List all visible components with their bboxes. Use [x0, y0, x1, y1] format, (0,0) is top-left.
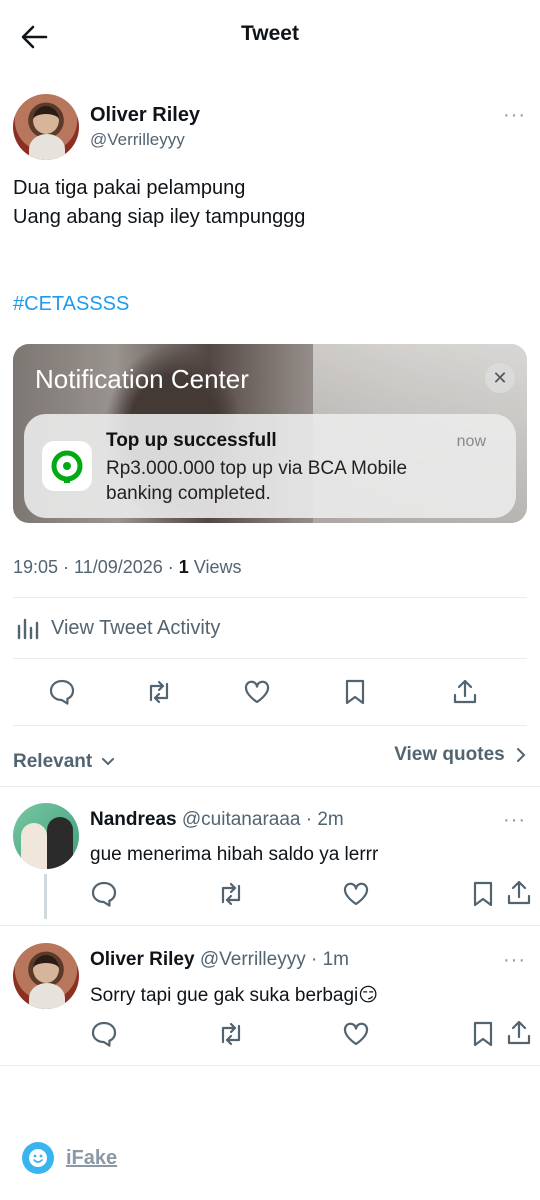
bookmark-icon[interactable]	[469, 880, 497, 908]
reply-icon[interactable]	[90, 880, 118, 908]
reply-icon[interactable]	[48, 678, 76, 706]
view-tweet-activity-link[interactable]: View Tweet Activity	[51, 617, 220, 640]
tweet-line-1: Dua tiga pakai pelampung	[13, 177, 246, 199]
sort-relevant-label: Relevant	[13, 751, 93, 772]
more-options-icon[interactable]: ···	[503, 104, 526, 127]
divider	[0, 925, 540, 926]
notification-center-title: Notification Center	[35, 364, 249, 394]
more-options-icon[interactable]: ···	[503, 949, 526, 972]
chevron-right-icon	[517, 747, 526, 762]
share-icon[interactable]	[451, 678, 479, 706]
page-title: Tweet	[241, 22, 299, 45]
share-icon[interactable]	[505, 1019, 533, 1047]
author-handle[interactable]: @Verrilleyyy	[90, 130, 185, 150]
divider	[0, 1065, 540, 1066]
view-quotes-label: View quotes	[394, 744, 505, 765]
reply-icon[interactable]	[90, 1020, 118, 1048]
avatar[interactable]	[13, 94, 79, 160]
activity-chart-icon[interactable]	[16, 614, 42, 644]
bookmark-icon[interactable]	[469, 1020, 497, 1048]
reply-text: gue menerima hibah saldo ya lerrr	[90, 844, 379, 865]
bookmark-icon[interactable]	[341, 678, 369, 706]
timestamp: 19:05 · 11/09/2026 ·	[13, 557, 179, 577]
divider	[13, 597, 527, 598]
divider	[0, 786, 540, 787]
tweet-media[interactable]: Notification Center ✕ Top up successfull…	[13, 344, 527, 523]
author-name[interactable]: Oliver Riley	[90, 104, 200, 127]
tweet-meta: 19:05 · 11/09/2026 · 1 Views	[13, 557, 242, 578]
view-quotes-link[interactable]: View quotes	[394, 744, 526, 766]
ifake-brand-link[interactable]: iFake	[66, 1147, 117, 1170]
reply-author[interactable]: Nandreas @cuitanaraaa · 2m	[90, 809, 344, 831]
reply-handle-time: @cuitanaraaa · 2m	[181, 809, 344, 830]
reply-text: Sorry tapi gue gak suka berbagi😏	[90, 985, 379, 1006]
notification-title: Top up successfull	[106, 430, 277, 451]
more-options-icon[interactable]: ···	[503, 809, 526, 832]
ifake-logo-icon	[22, 1142, 54, 1174]
tweet-text: Dua tiga pakai pelampung Uang abang siap…	[13, 174, 305, 232]
reply-author-name: Oliver Riley	[90, 949, 195, 970]
close-icon: ✕	[485, 363, 515, 393]
notification-card: Top up successfull now Rp3.000.000 top u…	[24, 414, 516, 518]
reply-handle-time: @Verrilleyyy · 1m	[199, 949, 349, 970]
retweet-icon[interactable]	[145, 678, 173, 706]
reply-author-name: Nandreas	[90, 809, 177, 830]
avatar[interactable]	[13, 943, 79, 1009]
wallet-app-icon	[42, 441, 92, 491]
chevron-down-icon	[102, 757, 115, 766]
avatar[interactable]	[13, 803, 79, 869]
hashtag-link[interactable]: #CETASSSS	[13, 293, 129, 316]
like-heart-icon[interactable]	[342, 880, 370, 908]
thread-line	[44, 874, 47, 919]
notification-time: now	[456, 433, 486, 450]
sort-relevant-dropdown[interactable]: Relevant	[13, 751, 115, 773]
divider	[13, 725, 527, 726]
tweet-line-2: Uang abang siap iley tampunggg	[13, 206, 306, 228]
reply-author[interactable]: Oliver Riley @Verrilleyyy · 1m	[90, 949, 349, 971]
retweet-icon[interactable]	[217, 880, 245, 908]
views-count: 1	[178, 557, 189, 577]
retweet-icon[interactable]	[217, 1020, 245, 1048]
divider	[13, 658, 527, 659]
notification-body: Rp3.000.000 top up via BCA Mobile bankin…	[106, 458, 408, 504]
like-heart-icon[interactable]	[243, 678, 271, 706]
share-icon[interactable]	[505, 879, 533, 907]
views-label: Views	[188, 557, 242, 577]
like-heart-icon[interactable]	[342, 1020, 370, 1048]
